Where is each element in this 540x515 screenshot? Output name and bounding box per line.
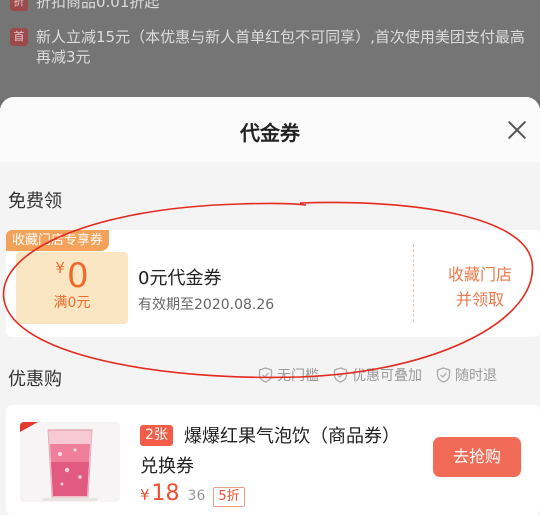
sale-price-value: 18 (151, 481, 180, 506)
badge-stackable: 优惠可叠加 (333, 365, 422, 385)
discount-info-text: 折扣商品0.01折起 (36, 0, 160, 11)
currency-symbol: ¥ (140, 486, 150, 504)
shield-check-icon (333, 367, 348, 383)
buy-section-title: 优惠购 (8, 369, 62, 390)
sheet-title: 代金券 (240, 121, 300, 145)
coupon-condition: 满0元 (53, 295, 91, 311)
store-exclusive-tag: 收藏门店专享券 (6, 230, 110, 251)
collect-button-line1: 收藏门店 (447, 265, 512, 284)
original-price: 36 (187, 488, 206, 504)
dashed-divider (413, 244, 414, 322)
product-card[interactable]: 爆爆红果气泡饮（商品券）兑换券 2张 ¥18 36 5折 去抢购 (6, 405, 540, 515)
badge-no-threshold: 无门槛 (258, 365, 319, 385)
price-row: ¥18 36 5折 (140, 481, 245, 507)
shield-check-icon (436, 367, 451, 383)
product-image (20, 422, 120, 502)
new-user-info-text: 新人立减15元（本优惠与新人首单红包不可同享）,首次使用美团支付最高再减3元 (36, 28, 525, 66)
coupon-amount-box: ¥0 满0元 (16, 252, 128, 324)
free-section-title: 免费领 (8, 191, 62, 212)
shield-check-icon (258, 367, 273, 383)
free-coupon-card: 收藏门店专享券 ¥0 满0元 0元代金券 有效期至2020.08.26 收藏门店… (6, 230, 540, 337)
background-page: 折 折扣商品0.01折起 首 新人立减15元（本优惠与新人首单红包不可同享）,首… (0, 0, 540, 100)
discount-badge: 5折 (213, 487, 245, 507)
feature-badges: 无门槛 优惠可叠加 随时退 (258, 365, 511, 385)
badge-label: 优惠可叠加 (352, 368, 422, 384)
discount-tag-icon: 折 (10, 0, 28, 11)
badge-label: 随时退 (455, 368, 497, 384)
badge-refund-anytime: 随时退 (436, 365, 497, 385)
coupon-expiry: 有效期至2020.08.26 (138, 297, 275, 313)
grab-deal-button[interactable]: 去抢购 (433, 437, 521, 477)
coupon-name: 0元代金券 (138, 268, 222, 289)
collect-store-button[interactable]: 收藏门店 并领取 (430, 262, 530, 312)
sheet-header: 代金券 (0, 97, 540, 162)
currency-symbol: ¥ (55, 259, 65, 277)
sale-price: ¥18 (140, 481, 180, 506)
discount-info-row: 折 折扣商品0.01折起 (10, 0, 159, 12)
sparkling-drink-icon (42, 429, 98, 501)
voucher-sheet: 代金券 免费领 收藏门店专享券 ¥0 满0元 0元代金券 有效期至2020.08… (0, 97, 540, 515)
voucher-count-tag: 2张 (140, 425, 173, 446)
badge-label: 无门槛 (277, 368, 319, 384)
product-name: 爆爆红果气泡饮（商品券）兑换券 (140, 426, 400, 477)
new-user-tag-icon: 首 (10, 28, 28, 46)
new-user-info-row: 首 新人立减15元（本优惠与新人首单红包不可同享）,首次使用美团支付最高再减3元 (10, 27, 535, 67)
close-icon[interactable] (504, 117, 530, 143)
coupon-amount: 0 (66, 256, 89, 296)
collect-button-line2: 并领取 (455, 290, 504, 309)
